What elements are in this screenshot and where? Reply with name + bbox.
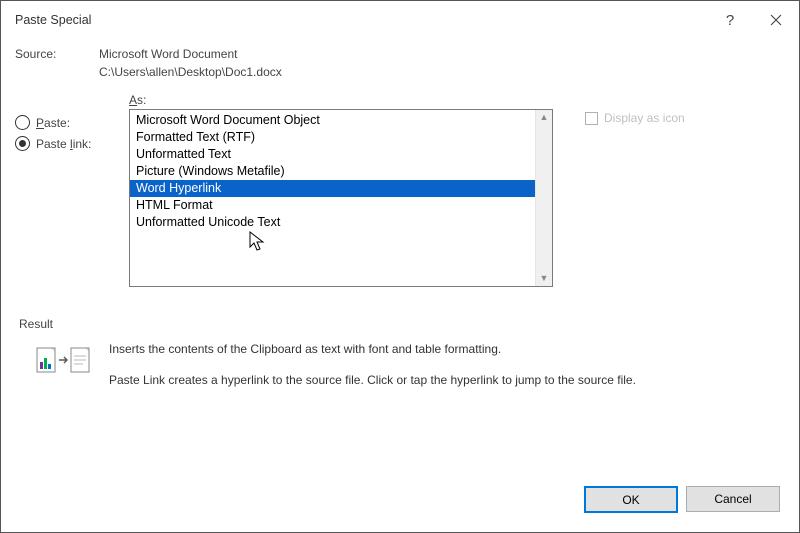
scroll-up-icon[interactable]: ▲ [540, 113, 549, 122]
source-app-text: Microsoft Word Document [99, 47, 238, 61]
scroll-down-icon[interactable]: ▼ [540, 274, 549, 283]
as-label: As: [129, 93, 553, 107]
result-line-2: Paste Link creates a hyperlink to the so… [109, 372, 636, 389]
list-item[interactable]: Microsoft Word Document Object [130, 112, 535, 129]
svg-text:?: ? [726, 12, 734, 28]
cancel-button[interactable]: Cancel [686, 486, 780, 512]
list-item[interactable]: Unformatted Text [130, 146, 535, 163]
paste-radio-label: Paste: [36, 116, 70, 130]
list-item[interactable]: HTML Format [130, 197, 535, 214]
source-label: Source: [15, 47, 93, 61]
paste-link-radio-label: Paste link: [36, 137, 91, 151]
list-item[interactable]: Picture (Windows Metafile) [130, 163, 535, 180]
list-item[interactable]: Unformatted Unicode Text [130, 214, 535, 231]
format-listbox[interactable]: Microsoft Word Document ObjectFormatted … [129, 109, 553, 287]
title-bar: Paste Special ? [1, 1, 799, 39]
paste-radio[interactable]: Paste: [15, 115, 121, 130]
result-line-1: Inserts the contents of the Clipboard as… [109, 341, 636, 358]
radio-icon [15, 115, 30, 130]
result-heading: Result [19, 317, 781, 331]
close-button[interactable] [753, 1, 799, 39]
paste-link-radio[interactable]: Paste link: [15, 136, 121, 151]
result-icon [35, 341, 97, 381]
display-as-icon-checkbox: Display as icon [585, 111, 785, 125]
list-item[interactable]: Word Hyperlink [130, 180, 535, 197]
help-button[interactable]: ? [707, 1, 753, 39]
list-item[interactable]: Formatted Text (RTF) [130, 129, 535, 146]
display-as-icon-label: Display as icon [604, 111, 685, 125]
scrollbar[interactable]: ▲ ▼ [535, 110, 552, 286]
radio-icon [15, 136, 30, 151]
checkbox-icon [585, 112, 598, 125]
dialog-title: Paste Special [15, 13, 91, 27]
ok-button[interactable]: OK [584, 486, 678, 513]
source-path-text: C:\Users\allen\Desktop\Doc1.docx [99, 65, 282, 79]
